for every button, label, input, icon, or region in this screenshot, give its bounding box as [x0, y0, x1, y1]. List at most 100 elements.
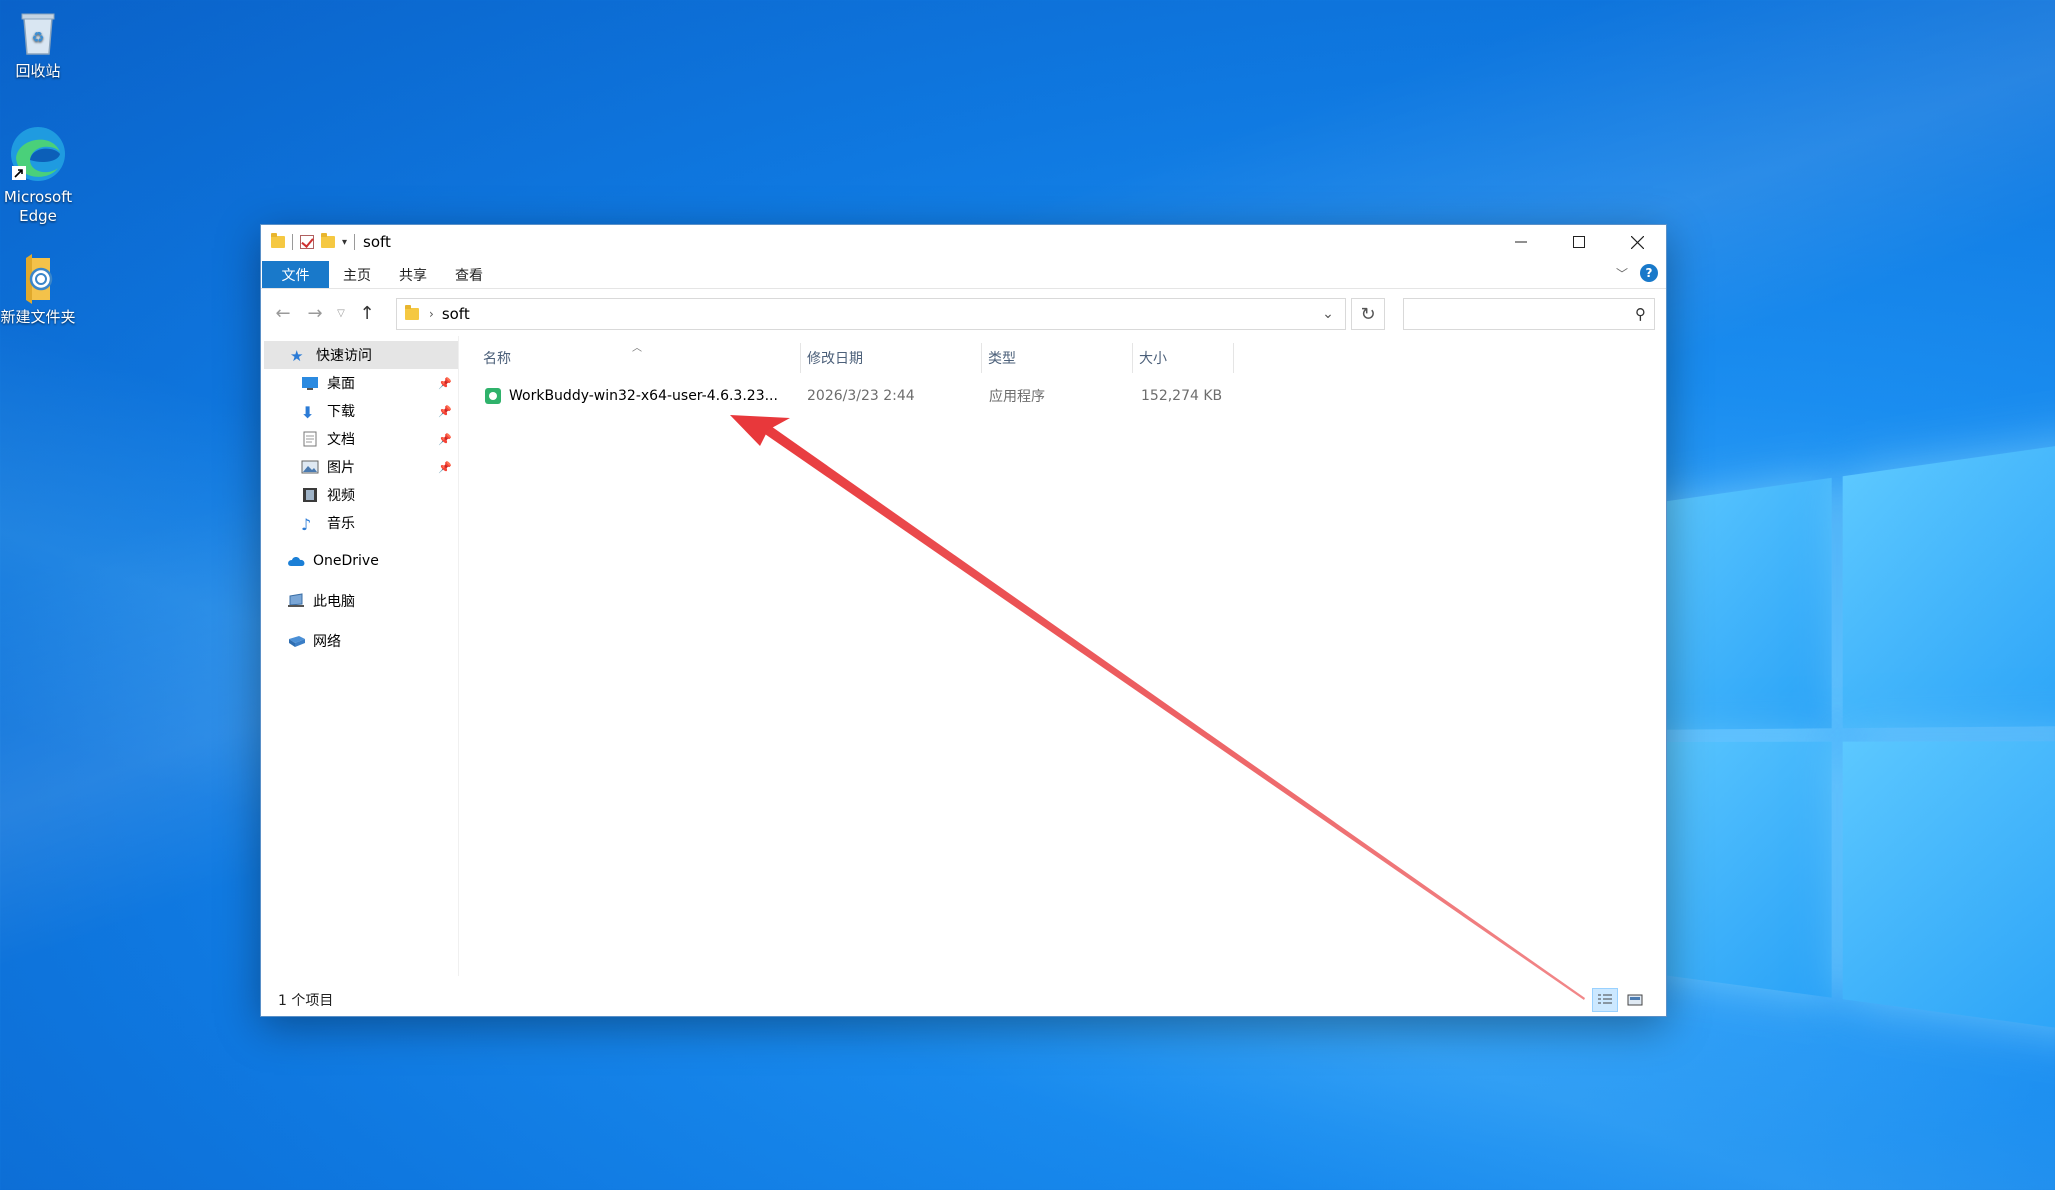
up-button[interactable]: ↑ — [351, 298, 383, 328]
recent-locations-button[interactable]: ▽ — [331, 298, 351, 328]
nav-network[interactable]: 网络 — [261, 627, 458, 655]
tab-view[interactable]: 查看 — [441, 261, 497, 288]
navigation-pane: ★ 快速访问 桌面 📌 ⬇ 下载 📌 文档 📌 图片 📌 视频 ♪ 音乐 One… — [261, 336, 458, 976]
forward-button[interactable]: → — [299, 298, 331, 328]
chevron-right-icon: › — [429, 307, 434, 321]
desktop-icon-edge[interactable]: Microsoft Edge — [0, 124, 78, 226]
desktop-icon-label: 回收站 — [15, 62, 61, 80]
tab-share[interactable]: 共享 — [385, 261, 441, 288]
recycle-bin-icon: ♻ — [12, 6, 64, 58]
star-icon: ★ — [290, 347, 304, 365]
address-dropdown-button[interactable]: ⌄ — [1311, 299, 1345, 329]
arrow-right-icon: → — [307, 302, 323, 324]
details-view-button[interactable] — [1592, 988, 1618, 1012]
large-icons-view-button[interactable] — [1622, 988, 1648, 1012]
nav-label: 音乐 — [327, 516, 355, 532]
desktop-icon-new-folder[interactable]: 新建文件夹 — [0, 252, 78, 327]
nav-label: 网络 — [313, 634, 341, 650]
breadcrumb-soft[interactable]: soft — [442, 305, 470, 323]
network-icon — [287, 633, 305, 649]
nav-label: 图片 — [327, 460, 355, 476]
minimize-button[interactable] — [1492, 225, 1550, 259]
maximize-icon — [1573, 236, 1585, 248]
status-bar: 1 个项目 — [261, 984, 1666, 1016]
search-box[interactable]: ⚲ — [1403, 298, 1655, 330]
nav-downloads[interactable]: ⬇ 下载 📌 — [261, 397, 458, 425]
document-icon — [301, 431, 319, 447]
properties-icon[interactable] — [300, 235, 314, 249]
nav-label: 桌面 — [327, 376, 355, 392]
pin-icon[interactable]: 📌 — [438, 461, 452, 474]
nav-music[interactable]: ♪ 音乐 — [261, 509, 458, 537]
item-count: 1 个项目 — [278, 993, 334, 1009]
nav-pictures[interactable]: 图片 📌 — [261, 453, 458, 481]
chevron-down-icon[interactable]: ▾ — [342, 237, 347, 248]
nav-label: OneDrive — [313, 553, 379, 569]
column-header-size[interactable]: 大小 — [1133, 343, 1233, 373]
nav-documents[interactable]: 文档 📌 — [261, 425, 458, 453]
nav-videos[interactable]: 视频 — [261, 481, 458, 509]
edge-icon — [8, 124, 68, 184]
address-toolbar: ← → ▽ ↑ › soft ⌄ ↻ ⚲ — [261, 290, 1666, 336]
maximize-button[interactable] — [1550, 225, 1608, 259]
music-icon: ♪ — [301, 515, 312, 534]
pin-icon[interactable]: 📌 — [438, 433, 452, 446]
window-title: soft — [363, 233, 391, 251]
refresh-button[interactable]: ↻ — [1351, 298, 1385, 330]
nav-label: 下载 — [327, 404, 355, 420]
file-row[interactable]: WorkBuddy-win32-x64-user-4.6.3.23... 202… — [477, 382, 1237, 410]
folder-icon — [12, 252, 64, 304]
chevron-down-icon: ⌄ — [1322, 306, 1334, 322]
ribbon-tabs: 文件 主页 共享 查看 ﹀ ? — [261, 259, 1666, 289]
nav-this-pc[interactable]: 此电脑 — [261, 587, 458, 615]
column-header-modified[interactable]: 修改日期 — [801, 343, 981, 373]
file-type: 应用程序 — [989, 389, 1045, 405]
column-header-type[interactable]: 类型 — [982, 343, 1132, 373]
nav-desktop[interactable]: 桌面 📌 — [261, 369, 458, 397]
nav-label: 视频 — [327, 488, 355, 504]
download-icon: ⬇ — [301, 403, 315, 422]
large-icons-view-icon — [1627, 994, 1643, 1006]
address-bar[interactable]: › soft ⌄ — [396, 298, 1346, 330]
windows-logo — [1640, 438, 2055, 1052]
application-icon — [485, 388, 501, 404]
column-header-name[interactable]: 名称 — [477, 343, 800, 373]
help-icon[interactable]: ? — [1640, 264, 1658, 282]
quick-access-toolbar: ▾ — [261, 225, 356, 259]
nav-label: 此电脑 — [313, 594, 355, 610]
folder-icon — [271, 233, 285, 248]
arrow-left-icon: ← — [275, 302, 291, 324]
file-modified: 2026/3/23 2:44 — [807, 388, 915, 404]
video-icon — [301, 487, 319, 503]
nav-label: 快速访问 — [316, 348, 372, 364]
chevron-down-icon: ▽ — [337, 307, 345, 319]
desktop-icon-label: Microsoft Edge — [3, 188, 73, 225]
desktop-icon — [301, 375, 319, 391]
tab-home[interactable]: 主页 — [329, 261, 385, 288]
expand-ribbon-icon[interactable]: ﹀ — [1616, 265, 1628, 282]
arrow-up-icon: ↑ — [359, 302, 375, 324]
close-button[interactable] — [1608, 225, 1666, 259]
cloud-icon — [287, 553, 305, 569]
details-view-icon — [1598, 994, 1612, 1004]
svg-text:♻: ♻ — [32, 30, 45, 46]
pin-icon[interactable]: 📌 — [438, 405, 452, 418]
desktop-icon-label: 新建文件夹 — [0, 308, 76, 326]
pin-icon[interactable]: 📌 — [438, 377, 452, 390]
search-icon: ⚲ — [1635, 305, 1646, 323]
title-bar[interactable]: ▾ soft — [261, 225, 1666, 259]
close-icon — [1630, 235, 1644, 249]
computer-icon — [287, 593, 305, 609]
minimize-icon — [1515, 241, 1527, 243]
file-explorer-window[interactable]: ▾ soft 文件 主页 共享 查看 ﹀ ? ← → ▽ ↑ › soft ⌄ … — [260, 224, 1667, 1017]
refresh-icon: ↻ — [1360, 303, 1376, 325]
tab-file[interactable]: 文件 — [262, 261, 329, 288]
nav-onedrive[interactable]: OneDrive — [261, 547, 458, 575]
new-folder-icon[interactable] — [321, 233, 335, 248]
desktop-icon-recycle-bin[interactable]: ♻ 回收站 — [0, 6, 78, 81]
file-name: WorkBuddy-win32-x64-user-4.6.3.23... — [509, 388, 778, 404]
nav-label: 文档 — [327, 432, 355, 448]
nav-quick-access[interactable]: ★ 快速访问 — [264, 341, 458, 369]
back-button[interactable]: ← — [267, 298, 299, 328]
picture-icon — [301, 459, 319, 475]
